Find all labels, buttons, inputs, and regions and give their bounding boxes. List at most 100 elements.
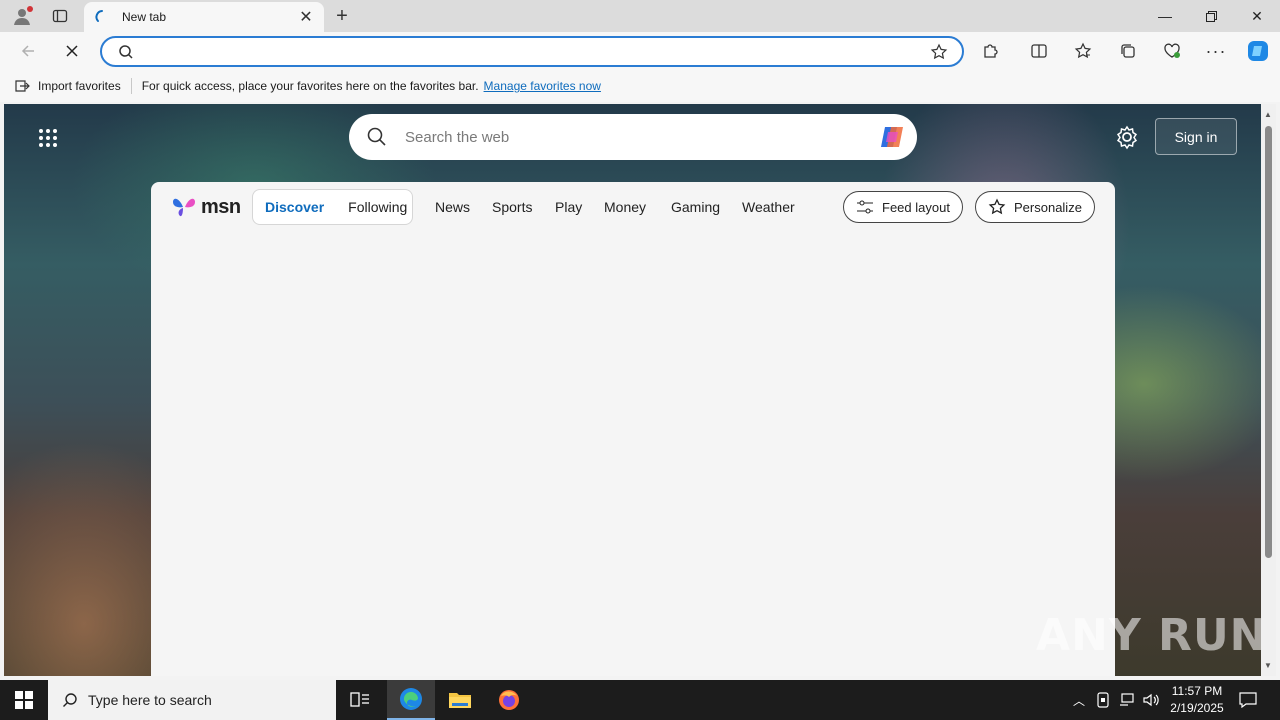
import-icon bbox=[15, 80, 30, 92]
loading-spinner-icon bbox=[95, 10, 103, 22]
tray-overflow-button[interactable]: ︿ bbox=[1068, 680, 1090, 720]
puzzle-icon bbox=[984, 44, 998, 58]
scroll-down-icon[interactable]: ▼ bbox=[1264, 661, 1272, 670]
more-dots-icon: ··· bbox=[1205, 40, 1227, 61]
anyrun-watermark: ANY RUN bbox=[1036, 610, 1268, 661]
feed-layout-button[interactable]: Feed layout bbox=[843, 191, 963, 223]
taskbar-clock[interactable]: 11:57 PM 2/19/2025 bbox=[1160, 683, 1234, 717]
minimize-button[interactable]: — bbox=[1142, 0, 1188, 32]
favorites-bar-message: For quick access, place your favorites h… bbox=[141, 79, 479, 93]
profile-button[interactable] bbox=[8, 4, 36, 28]
tab-title: New tab bbox=[122, 10, 167, 24]
personalize-button[interactable]: Personalize bbox=[975, 191, 1095, 223]
copilot-icon bbox=[1248, 41, 1268, 61]
nav-news[interactable]: News bbox=[435, 199, 470, 215]
split-screen-icon bbox=[1031, 44, 1047, 58]
edge-icon bbox=[400, 688, 422, 710]
stop-loading-button[interactable] bbox=[58, 37, 86, 65]
favorites-button[interactable] bbox=[1069, 37, 1097, 65]
tray-network-icon[interactable] bbox=[1116, 680, 1138, 720]
copilot-button[interactable] bbox=[1244, 37, 1272, 65]
tab-following[interactable]: Following bbox=[348, 199, 407, 215]
web-search-input[interactable] bbox=[405, 127, 845, 147]
extensions-button[interactable] bbox=[977, 37, 1005, 65]
search-icon bbox=[367, 127, 386, 146]
new-tab-page: Sign in msn Discover Following News Spor… bbox=[4, 104, 1261, 676]
tab-close-icon[interactable]: ✕ bbox=[298, 7, 314, 27]
chevron-up-icon: ︿ bbox=[1072, 693, 1085, 708]
tab-discover[interactable]: Discover bbox=[265, 199, 324, 215]
notification-dot bbox=[27, 6, 33, 12]
nav-weather[interactable]: Weather bbox=[742, 199, 795, 215]
restore-button[interactable] bbox=[1188, 0, 1234, 32]
tab-new-tab[interactable]: New tab ✕ bbox=[84, 2, 324, 32]
speaker-icon bbox=[1143, 693, 1159, 707]
taskbar-file-explorer[interactable] bbox=[436, 680, 484, 720]
taskbar-firefox[interactable] bbox=[485, 680, 533, 720]
app-launcher-icon[interactable] bbox=[38, 128, 58, 148]
manage-favorites-link[interactable]: Manage favorites now bbox=[484, 79, 601, 93]
nav-play[interactable]: Play bbox=[555, 199, 582, 215]
title-bar: New tab ✕ + — ✕ bbox=[0, 0, 1280, 32]
device-icon bbox=[1097, 692, 1109, 708]
copilot-icon[interactable] bbox=[877, 123, 907, 151]
feed-layout-label: Feed layout bbox=[882, 199, 950, 215]
sliders-icon bbox=[857, 200, 873, 214]
address-input[interactable] bbox=[142, 43, 922, 61]
stop-icon bbox=[66, 45, 78, 57]
taskbar-edge[interactable] bbox=[387, 680, 435, 720]
plus-icon: + bbox=[336, 4, 348, 27]
favorites-bar: Import favorites For quick access, place… bbox=[0, 70, 1280, 102]
network-icon bbox=[1120, 693, 1134, 706]
tray-device-icon[interactable] bbox=[1093, 680, 1113, 720]
page-scrollbar[interactable]: ▲ ▼ bbox=[1261, 104, 1276, 676]
sign-in-button[interactable]: Sign in bbox=[1155, 118, 1237, 155]
tray-volume-icon[interactable] bbox=[1140, 680, 1162, 720]
heart-pulse-icon bbox=[1164, 43, 1180, 58]
gear-icon[interactable] bbox=[1114, 124, 1140, 150]
taskbar-search[interactable]: Type here to search bbox=[48, 680, 336, 720]
favorites-star-icon bbox=[1074, 42, 1092, 59]
import-favorites-label: Import favorites bbox=[38, 79, 121, 93]
msn-feed-panel: msn Discover Following News Sports Play … bbox=[151, 182, 1115, 676]
sparkle-star-icon bbox=[988, 198, 1006, 215]
start-button[interactable] bbox=[0, 680, 48, 720]
personalize-label: Personalize bbox=[1014, 199, 1082, 215]
import-favorites-button[interactable]: Import favorites bbox=[14, 79, 121, 93]
add-favorite-icon[interactable] bbox=[930, 43, 948, 61]
divider bbox=[130, 78, 132, 94]
taskbar: Type here to search ︿ 11:57 PM 2/19/2025 bbox=[0, 680, 1280, 720]
feed-tabs: Discover Following bbox=[252, 189, 413, 225]
split-screen-button[interactable] bbox=[1025, 37, 1053, 65]
nav-gaming[interactable]: Gaming bbox=[671, 199, 720, 215]
nav-sports[interactable]: Sports bbox=[492, 199, 532, 215]
close-window-button[interactable]: ✕ bbox=[1234, 0, 1280, 32]
nav-money[interactable]: Money bbox=[604, 199, 646, 215]
settings-menu-button[interactable]: ··· bbox=[1202, 37, 1230, 65]
taskbar-search-placeholder: Type here to search bbox=[88, 692, 212, 708]
msn-logo[interactable]: msn bbox=[171, 192, 241, 222]
notification-icon bbox=[1239, 692, 1257, 708]
address-bar[interactable] bbox=[100, 36, 964, 67]
task-view-button[interactable] bbox=[336, 680, 384, 720]
tab-actions-button[interactable] bbox=[46, 4, 74, 28]
firefox-icon bbox=[499, 690, 519, 710]
action-center-button[interactable] bbox=[1236, 680, 1260, 720]
clock-date: 2/19/2025 bbox=[1170, 701, 1224, 715]
scroll-up-icon[interactable]: ▲ bbox=[1264, 110, 1272, 119]
scroll-thumb[interactable] bbox=[1265, 126, 1272, 558]
folder-icon bbox=[449, 693, 471, 708]
msn-butterfly-icon bbox=[173, 198, 195, 217]
browser-essentials-button[interactable] bbox=[1158, 37, 1186, 65]
task-view-icon bbox=[350, 692, 369, 707]
restore-icon bbox=[1205, 10, 1217, 22]
search-icon bbox=[119, 45, 133, 59]
search-icon bbox=[63, 693, 77, 707]
close-icon: ✕ bbox=[1251, 7, 1263, 24]
back-button[interactable] bbox=[14, 37, 42, 65]
new-tab-button[interactable]: + bbox=[330, 4, 354, 28]
minimize-icon: — bbox=[1158, 8, 1172, 24]
web-search-box[interactable] bbox=[349, 114, 917, 160]
msn-wordmark: msn bbox=[201, 195, 241, 218]
collections-button[interactable] bbox=[1114, 37, 1142, 65]
